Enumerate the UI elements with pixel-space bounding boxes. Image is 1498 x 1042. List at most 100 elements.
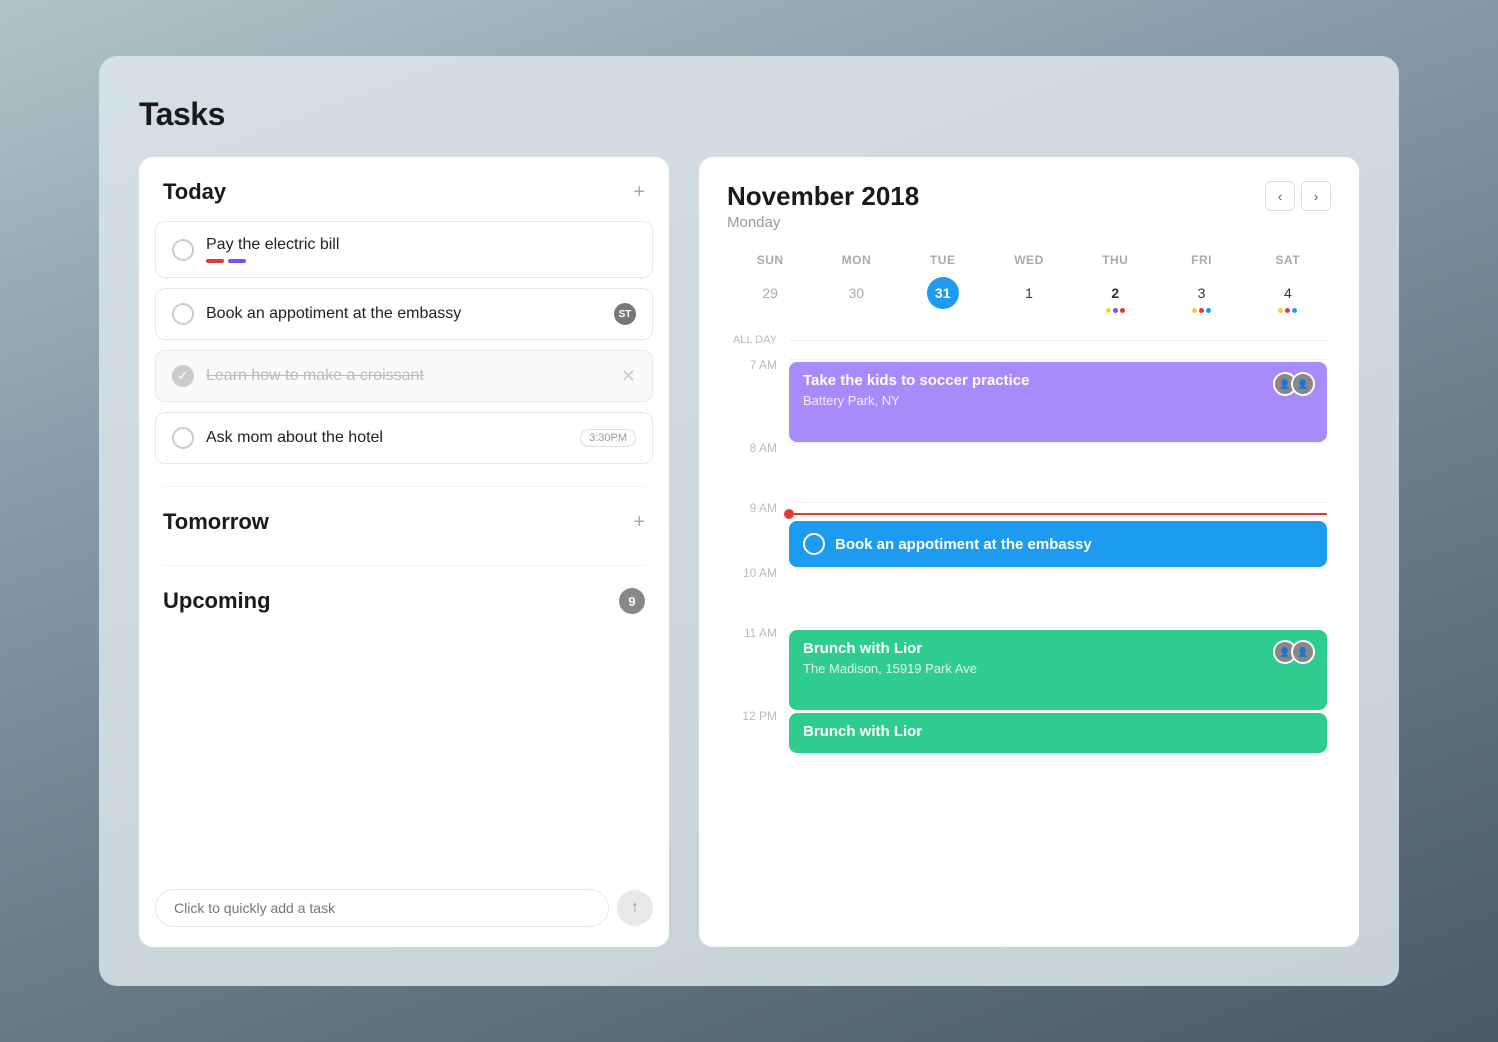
- timeline-row-8am: 8 AM: [727, 442, 1327, 502]
- now-line: [789, 513, 1327, 515]
- app-container: Tasks Today + Pay the electric bill: [99, 56, 1399, 986]
- event-soccer-avatars: 👤 👤: [1273, 372, 1315, 396]
- event-brunch-1[interactable]: Brunch with Lior The Madison, 15919 Park…: [789, 630, 1327, 710]
- date-2[interactable]: 2: [1072, 273, 1158, 313]
- event-soccer[interactable]: Take the kids to soccer practice Battery…: [789, 362, 1327, 442]
- quick-add-send-button[interactable]: ↑: [617, 890, 653, 926]
- timeline-row-10am: 10 AM: [727, 567, 1327, 627]
- timeline-row-12pm: 12 PM Brunch with Lior: [727, 710, 1327, 770]
- timeline-area-11am: Brunch with Lior The Madison, 15919 Park…: [789, 627, 1327, 710]
- task-item[interactable]: Ask mom about the hotel 3:30PM: [155, 412, 653, 464]
- tomorrow-label: Tomorrow: [163, 509, 269, 535]
- quick-add-area: ↑: [155, 869, 653, 927]
- today-section-header: Today +: [139, 157, 669, 221]
- event-brunch-1-location: The Madison, 15919 Park Ave: [803, 661, 1313, 676]
- event-avatar-4: 👤: [1291, 640, 1315, 664]
- event-embassy[interactable]: Book an appotiment at the embassy: [789, 521, 1327, 567]
- all-day-row: ALL DAY: [727, 325, 1327, 355]
- event-embassy-title: Book an appotiment at the embassy: [835, 536, 1092, 553]
- date-29[interactable]: 29: [727, 273, 813, 313]
- date-4-dots: [1278, 308, 1297, 313]
- cal-day-header-sat: SAT: [1245, 247, 1331, 273]
- time-label-9am: 9 AM: [727, 502, 777, 567]
- cal-day-header-fri: FRI: [1158, 247, 1244, 273]
- event-brunch-1-title: Brunch with Lior: [803, 640, 1313, 657]
- calendar-day-name: Monday: [727, 214, 919, 231]
- all-day-label: ALL DAY: [727, 334, 777, 346]
- event-brunch-2[interactable]: Brunch with Lior: [789, 713, 1327, 753]
- calendar-nav: ‹ ›: [1265, 181, 1331, 211]
- priority-dot-red: [206, 259, 224, 263]
- task-label: Pay the electric bill: [206, 236, 636, 254]
- cal-day-header-tue: TUE: [900, 247, 986, 273]
- task-priority: [206, 259, 636, 263]
- tomorrow-add-button[interactable]: +: [633, 512, 645, 532]
- today-label: Today: [163, 179, 226, 205]
- task-content: Book an appotiment at the embassy: [206, 305, 602, 323]
- task-label: Book an appotiment at the embassy: [206, 305, 602, 323]
- today-add-button[interactable]: +: [633, 182, 645, 202]
- date-4[interactable]: 4: [1245, 273, 1331, 313]
- date-31-today[interactable]: 31: [900, 273, 986, 313]
- upcoming-label: Upcoming: [163, 588, 271, 614]
- timeline-row-11am: 11 AM Brunch with Lior The Madison, 1591…: [727, 627, 1327, 710]
- right-panel: November 2018 Monday ‹ › SUN MON TUE WED…: [699, 157, 1359, 947]
- timeline-area-9am: Book an appotiment at the embassy: [789, 502, 1327, 567]
- event-dot: [1285, 308, 1290, 313]
- task-checkbox[interactable]: [172, 303, 194, 325]
- calendar-grid: SUN MON TUE WED THU FRI SAT 29 30 31 1: [727, 247, 1331, 313]
- app-title: Tasks: [139, 96, 1359, 133]
- upcoming-divider: [139, 551, 669, 566]
- event-dot: [1106, 308, 1111, 313]
- task-content: Pay the electric bill: [206, 236, 636, 263]
- time-label-10am: 10 AM: [727, 567, 777, 627]
- task-content: Learn how to make a croissant: [206, 367, 609, 385]
- time-label-11am: 11 AM: [727, 627, 777, 710]
- time-label-7am: 7 AM: [727, 359, 777, 442]
- task-time-badge: 3:30PM: [580, 429, 636, 447]
- task-label-completed: Learn how to make a croissant: [206, 367, 609, 385]
- upcoming-section-header: Upcoming 9: [139, 566, 669, 630]
- calendar-prev-button[interactable]: ‹: [1265, 181, 1295, 211]
- event-soccer-location: Battery Park, NY: [803, 393, 1313, 408]
- event-brunch-1-avatars: 👤 👤: [1273, 640, 1315, 664]
- timeline-area-7am: Take the kids to soccer practice Battery…: [789, 359, 1327, 442]
- cal-day-header-thu: THU: [1072, 247, 1158, 273]
- task-item[interactable]: Book an appotiment at the embassy ST: [155, 288, 653, 340]
- task-assignee-badge: ST: [614, 303, 636, 325]
- event-dot: [1199, 308, 1204, 313]
- task-checkbox[interactable]: [172, 427, 194, 449]
- timeline: ALL DAY 7 AM Take the kids to soccer pra…: [727, 325, 1331, 947]
- timeline-row-9am: 9 AM Book an appotiment at the embassy: [727, 502, 1327, 567]
- event-dot: [1278, 308, 1283, 313]
- event-embassy-circle: [803, 533, 825, 555]
- cal-day-header-mon: MON: [813, 247, 899, 273]
- task-item-completed[interactable]: ✓ Learn how to make a croissant ✕: [155, 350, 653, 402]
- priority-dot-purple: [228, 259, 246, 263]
- panels: Today + Pay the electric bill: [139, 157, 1359, 947]
- date-2-dots: [1106, 308, 1125, 313]
- event-brunch-2-title: Brunch with Lior: [803, 723, 1313, 740]
- event-dot: [1192, 308, 1197, 313]
- event-dot: [1120, 308, 1125, 313]
- task-close-icon[interactable]: ✕: [621, 366, 636, 387]
- date-30[interactable]: 30: [813, 273, 899, 313]
- cal-day-header-wed: WED: [986, 247, 1072, 273]
- date-3[interactable]: 3: [1158, 273, 1244, 313]
- calendar-month: November 2018: [727, 181, 919, 212]
- task-item[interactable]: Pay the electric bill: [155, 221, 653, 278]
- timeline-area-10am: [789, 567, 1327, 627]
- left-panel: Today + Pay the electric bill: [139, 157, 669, 947]
- date-1[interactable]: 1: [986, 273, 1072, 313]
- task-checkbox-checked[interactable]: ✓: [172, 365, 194, 387]
- task-checkbox[interactable]: [172, 239, 194, 261]
- timeline-row-7am: 7 AM Take the kids to soccer practice Ba…: [727, 359, 1327, 442]
- calendar-header: November 2018 Monday ‹ ›: [727, 181, 1331, 231]
- event-dot: [1113, 308, 1118, 313]
- timeline-area-12pm: Brunch with Lior: [789, 710, 1327, 770]
- event-dot: [1206, 308, 1211, 313]
- calendar-next-button[interactable]: ›: [1301, 181, 1331, 211]
- quick-add-input[interactable]: [155, 889, 609, 927]
- task-label: Ask mom about the hotel: [206, 429, 568, 447]
- date-3-dots: [1192, 308, 1211, 313]
